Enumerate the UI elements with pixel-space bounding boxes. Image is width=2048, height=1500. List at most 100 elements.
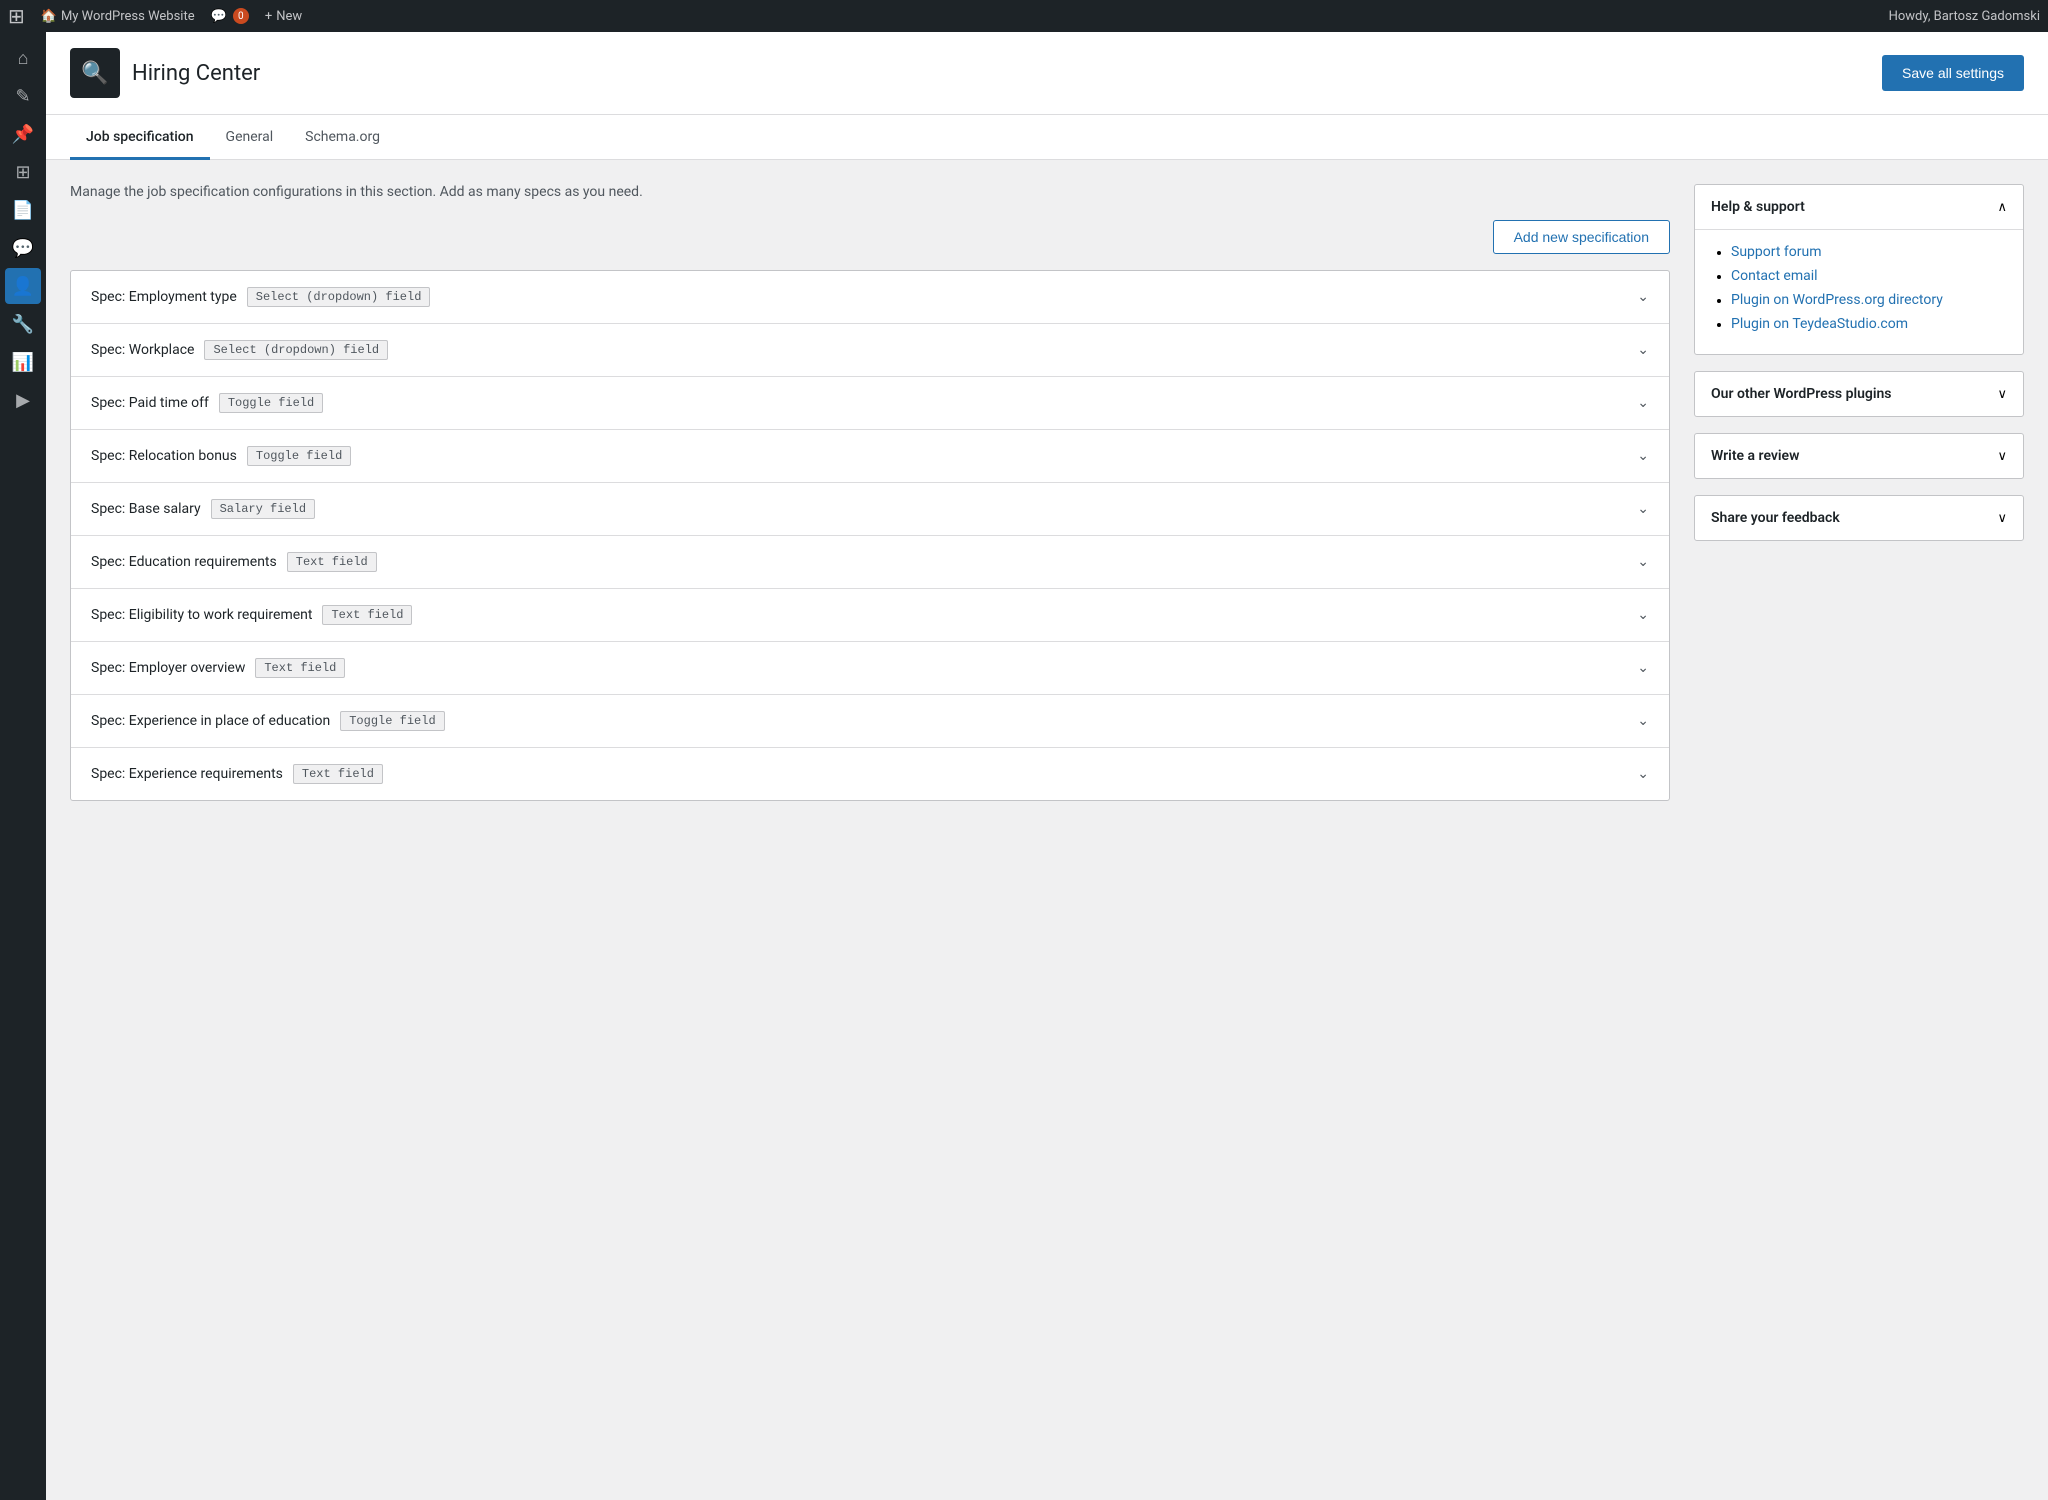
spec-row[interactable]: Spec: Education requirements Text field … <box>71 536 1669 589</box>
chevron-down-icon <box>1997 387 2007 402</box>
wp-logo-icon[interactable]: ⊞ <box>8 4 25 28</box>
tab-job-specification[interactable]: Job specification <box>70 115 210 160</box>
sidebar-item-analytics[interactable]: 📊 <box>5 344 41 380</box>
side-card-header-write-review[interactable]: Write a review <box>1695 434 2023 478</box>
spec-row-left: Spec: Base salary Salary field <box>91 499 315 519</box>
side-link[interactable]: Support forum <box>1731 244 1821 260</box>
side-card-other-plugins: Our other WordPress plugins <box>1694 371 2024 417</box>
side-card-title: Write a review <box>1711 448 1799 464</box>
chevron-down-icon: ⌄ <box>1637 554 1649 570</box>
side-card-header-other-plugins[interactable]: Our other WordPress plugins <box>1695 372 2023 416</box>
sidebar-item-users[interactable]: 👤 <box>5 268 41 304</box>
spec-name: Spec: Experience in place of education <box>91 713 330 729</box>
sidebar-item-tools[interactable]: 🔧 <box>5 306 41 342</box>
chevron-down-icon <box>1997 449 2007 464</box>
spec-row[interactable]: Spec: Base salary Salary field ⌄ <box>71 483 1669 536</box>
sidebar-item-pin[interactable]: 📌 <box>5 116 41 152</box>
spec-name: Spec: Eligibility to work requirement <box>91 607 312 623</box>
side-card-title: Our other WordPress plugins <box>1711 386 1892 402</box>
spec-row[interactable]: Spec: Employer overview Text field ⌄ <box>71 642 1669 695</box>
spec-row[interactable]: Spec: Employment type Select (dropdown) … <box>71 271 1669 324</box>
hiring-center-icon: 🔍 <box>81 61 108 86</box>
add-new-specification-button[interactable]: Add new specification <box>1493 220 1670 254</box>
side-link-item: Support forum <box>1731 244 2007 260</box>
spec-row[interactable]: Spec: Paid time off Toggle field ⌄ <box>71 377 1669 430</box>
spec-row-left: Spec: Experience in place of education T… <box>91 711 445 731</box>
comment-icon: 💬 <box>211 9 227 24</box>
spec-name: Spec: Base salary <box>91 501 201 517</box>
chevron-down-icon: ⌄ <box>1637 448 1649 464</box>
chevron-down-icon: ⌄ <box>1637 289 1649 305</box>
spec-row-left: Spec: Education requirements Text field <box>91 552 377 572</box>
tabs-bar: Job specification General Schema.org <box>46 115 2048 160</box>
spec-row-left: Spec: Paid time off Toggle field <box>91 393 323 413</box>
side-card-write-review: Write a review <box>1694 433 2024 479</box>
sidebar-item-posts[interactable]: ✎ <box>5 78 41 114</box>
spec-row-left: Spec: Eligibility to work requirement Te… <box>91 605 412 625</box>
spec-badge: Text field <box>293 764 383 784</box>
add-spec-button-wrapper: Add new specification <box>70 220 1670 254</box>
spec-name: Spec: Employer overview <box>91 660 245 676</box>
spec-list: Spec: Employment type Select (dropdown) … <box>70 270 1670 801</box>
side-link[interactable]: Plugin on TeydeaStudio.com <box>1731 316 1908 332</box>
spec-row[interactable]: Spec: Eligibility to work requirement Te… <box>71 589 1669 642</box>
spec-row[interactable]: Spec: Experience in place of education T… <box>71 695 1669 748</box>
sidebar-item-plugins[interactable]: ⊞ <box>5 154 41 190</box>
spec-badge: Salary field <box>211 499 315 519</box>
spec-row-left: Spec: Employment type Select (dropdown) … <box>91 287 430 307</box>
adminbar-site-name[interactable]: 🏠 My WordPress Website <box>41 9 195 24</box>
page-header: 🔍 Hiring Center Save all settings <box>46 32 2048 115</box>
spec-badge: Select (dropdown) field <box>204 340 388 360</box>
sidebar-item-media[interactable]: ▶ <box>5 382 41 418</box>
plugin-logo: 🔍 <box>70 48 120 98</box>
side-card-header-help-support[interactable]: Help & support <box>1695 185 2023 230</box>
chevron-down-icon: ⌄ <box>1637 395 1649 411</box>
spec-badge: Toggle field <box>247 446 351 466</box>
spec-name: Spec: Education requirements <box>91 554 277 570</box>
chevron-down-icon: ⌄ <box>1637 607 1649 623</box>
spec-badge: Toggle field <box>219 393 323 413</box>
adminbar-new[interactable]: + New <box>265 9 302 24</box>
home-icon: 🏠 <box>41 9 57 24</box>
spec-row[interactable]: Spec: Workplace Select (dropdown) field … <box>71 324 1669 377</box>
spec-row-left: Spec: Employer overview Text field <box>91 658 345 678</box>
side-link[interactable]: Plugin on WordPress.org directory <box>1731 292 1943 308</box>
sidebar-item-dashboard[interactable]: ⌂ <box>5 40 41 76</box>
chevron-down-icon: ⌄ <box>1637 766 1649 782</box>
side-link-item: Plugin on WordPress.org directory <box>1731 292 2007 308</box>
chevron-down-icon <box>1997 511 2007 526</box>
spec-row-left: Spec: Experience requirements Text field <box>91 764 383 784</box>
spec-badge: Text field <box>287 552 377 572</box>
sidebar-item-comments[interactable]: 💬 <box>5 230 41 266</box>
spec-badge: Toggle field <box>340 711 444 731</box>
admin-sidebar: ⌂ ✎ 📌 ⊞ 📄 💬 👤 🔧 📊 ▶ <box>0 32 46 1500</box>
side-card-title: Help & support <box>1711 199 1805 215</box>
spec-row[interactable]: Spec: Relocation bonus Toggle field ⌄ <box>71 430 1669 483</box>
save-all-settings-button[interactable]: Save all settings <box>1882 55 2024 91</box>
spec-badge: Text field <box>322 605 412 625</box>
adminbar-comments[interactable]: 💬 0 <box>211 8 249 24</box>
spec-name: Spec: Workplace <box>91 342 194 358</box>
admin-bar: ⊞ 🏠 My WordPress Website 💬 0 + New Howdy… <box>0 0 2048 32</box>
description-text: Manage the job specification configurati… <box>70 184 1670 200</box>
sidebar-item-pages[interactable]: 📄 <box>5 192 41 228</box>
side-card-help-support: Help & support Support forum Contact emai… <box>1694 184 2024 355</box>
spec-name: Spec: Experience requirements <box>91 766 283 782</box>
spec-row[interactable]: Spec: Experience requirements Text field… <box>71 748 1669 800</box>
main-panel: Manage the job specification configurati… <box>70 184 1670 801</box>
tab-general[interactable]: General <box>210 115 290 160</box>
spec-row-left: Spec: Relocation bonus Toggle field <box>91 446 351 466</box>
side-panel: Help & support Support forum Contact emai… <box>1694 184 2024 557</box>
side-link[interactable]: Contact email <box>1731 268 1818 284</box>
tab-schema[interactable]: Schema.org <box>289 115 396 160</box>
side-card-body: Support forum Contact email Plugin on Word… <box>1695 230 2023 354</box>
adminbar-user[interactable]: Howdy, Bartosz Gadomski <box>1889 9 2040 24</box>
side-link-item: Plugin on TeydeaStudio.com <box>1731 316 2007 332</box>
chevron-down-icon: ⌄ <box>1637 660 1649 676</box>
header-left: 🔍 Hiring Center <box>70 48 260 98</box>
side-card-header-share-feedback[interactable]: Share your feedback <box>1695 496 2023 540</box>
spec-name: Spec: Relocation bonus <box>91 448 237 464</box>
spec-badge: Select (dropdown) field <box>247 287 431 307</box>
chevron-down-icon: ⌄ <box>1637 342 1649 358</box>
content-area: Manage the job specification configurati… <box>46 160 2048 825</box>
